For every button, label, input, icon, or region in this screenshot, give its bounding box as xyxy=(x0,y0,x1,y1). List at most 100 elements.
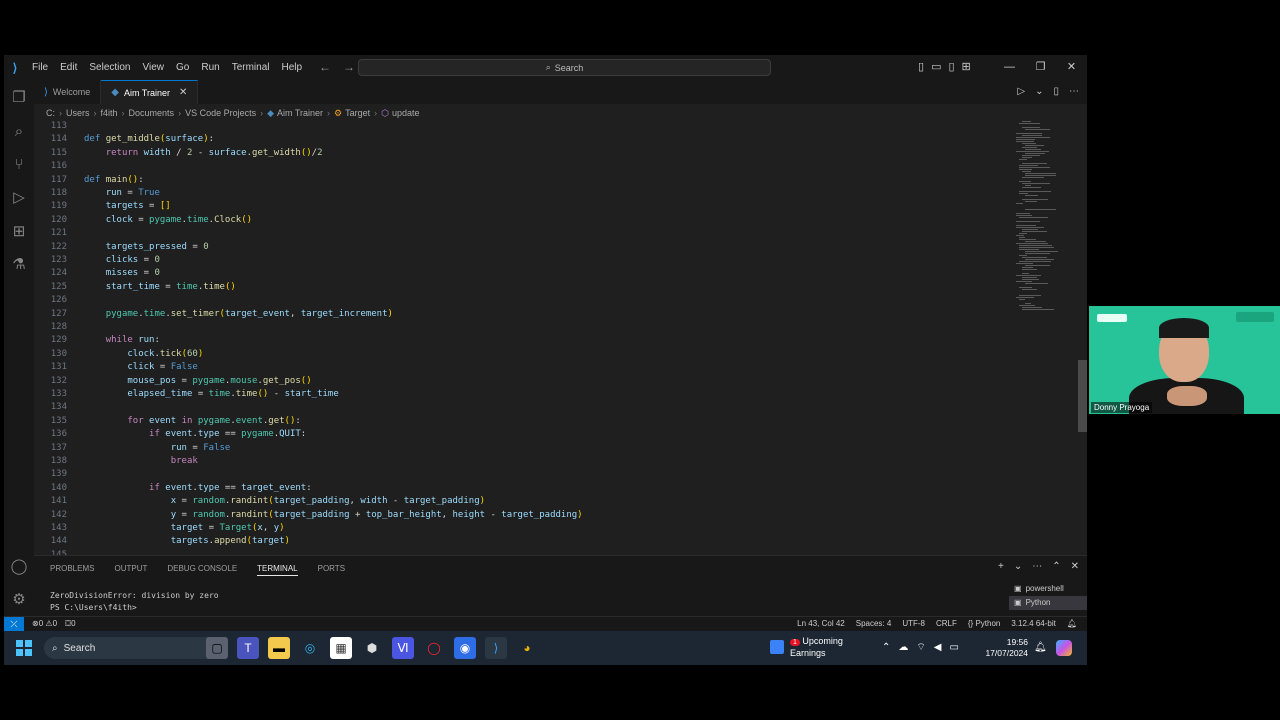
panel-tab-debug-console[interactable]: DEBUG CONSOLE xyxy=(167,564,237,576)
minimap[interactable] xyxy=(1012,121,1080,321)
toggle-panel-icon[interactable]: ▭ xyxy=(931,55,941,80)
breadcrumb-item[interactable]: C: xyxy=(46,108,55,118)
settings-app-icon[interactable]: ⬢ xyxy=(361,637,383,659)
visual-studio-icon[interactable]: Ⅵ xyxy=(392,637,414,659)
code-line[interactable]: 129 while run: xyxy=(34,334,1034,347)
editor-scrollbar[interactable] xyxy=(1078,360,1087,432)
breadcrumb-item[interactable]: Users xyxy=(66,108,90,118)
code-line[interactable]: 126 xyxy=(34,294,1034,307)
code-line[interactable]: 144 targets.append(target) xyxy=(34,535,1034,548)
extensions-icon[interactable]: ⊞ xyxy=(4,220,34,242)
toggle-sidebar-icon[interactable]: ▯ xyxy=(918,55,924,80)
code-line[interactable]: 127 pygame.time.set_timer(target_event, … xyxy=(34,308,1034,321)
chrome-icon[interactable]: ◕ xyxy=(516,637,538,659)
panel-tab-problems[interactable]: PROBLEMS xyxy=(50,564,94,576)
source-control-icon[interactable]: ⑂ xyxy=(4,153,34,175)
code-line[interactable]: 124 misses = 0 xyxy=(34,267,1034,280)
code-line[interactable]: 143 target = Target(x, y) xyxy=(34,522,1034,535)
system-clock[interactable]: 19:56 17/07/2024 xyxy=(984,637,1028,659)
taskbar-search[interactable]: ⌕ Search xyxy=(44,637,220,659)
code-line[interactable]: 130 clock.tick(60) xyxy=(34,348,1034,361)
terminal-instance-powershell[interactable]: ▣ powershell xyxy=(1009,582,1087,596)
explorer-icon[interactable]: ❐ xyxy=(4,86,34,108)
python-interpreter[interactable]: 3.12.4 64-bit xyxy=(1011,617,1055,631)
code-line[interactable]: 138 break xyxy=(34,455,1034,468)
code-line[interactable]: 125 start_time = time.time() xyxy=(34,281,1034,294)
account-icon[interactable]: ◯ xyxy=(4,555,34,577)
tab-aim-trainer[interactable]: ◆ Aim Trainer ✕ xyxy=(101,80,199,104)
notification-bell-icon[interactable]: 🔔︎ xyxy=(1034,631,1047,665)
breadcrumb-item[interactable]: VS Code Projects xyxy=(185,108,256,118)
file-explorer-icon[interactable]: ▬ xyxy=(268,637,290,659)
code-line[interactable]: 122 targets_pressed = 0 xyxy=(34,241,1034,254)
tab-welcome[interactable]: ⟩ Welcome xyxy=(34,80,102,104)
menu-view[interactable]: View xyxy=(137,55,171,80)
code-line[interactable]: 114 def get_middle(surface): xyxy=(34,133,1034,146)
onedrive-cloud-icon[interactable]: ☁ xyxy=(898,631,908,665)
close-panel-icon[interactable]: ✕ xyxy=(1071,561,1079,572)
close-window-icon[interactable]: ✕ xyxy=(1056,55,1087,80)
problems-status[interactable]: ⊗0 ⚠0 xyxy=(32,617,57,631)
menu-run[interactable]: Run xyxy=(195,55,225,80)
restore-icon[interactable]: ❐ xyxy=(1025,55,1056,80)
more-actions-icon[interactable]: ⋯ xyxy=(1069,80,1079,104)
show-hidden-icons-chevron-icon[interactable]: ⌃ xyxy=(882,631,890,665)
teams-icon[interactable]: T xyxy=(237,637,259,659)
battery-icon[interactable]: ▭ xyxy=(950,631,959,665)
microsoft-store-icon[interactable]: ▦ xyxy=(330,637,352,659)
code-line[interactable]: 132 mouse_pos = pygame.mouse.get_pos() xyxy=(34,375,1034,388)
code-line[interactable]: 136 if event.type == pygame.QUIT: xyxy=(34,428,1034,441)
menu-terminal[interactable]: Terminal xyxy=(226,55,276,80)
split-editor-icon[interactable]: ▯ xyxy=(1053,80,1059,104)
opera-icon[interactable]: ◯ xyxy=(423,637,445,659)
code-line[interactable]: 119 targets = [] xyxy=(34,200,1034,213)
code-line[interactable]: 131 click = False xyxy=(34,361,1034,374)
new-terminal-icon[interactable]: + xyxy=(998,561,1004,572)
search-activity-icon[interactable]: ⌕ xyxy=(4,120,34,142)
breadcrumb-item[interactable]: Target xyxy=(345,108,370,118)
run-debug-icon[interactable]: ▷ xyxy=(4,186,34,208)
encoding[interactable]: UTF-8 xyxy=(902,617,925,631)
copilot-icon[interactable] xyxy=(1056,640,1072,656)
terminal-dropdown-icon[interactable]: ⌄ xyxy=(1014,561,1022,572)
news-widget[interactable]: 1 Upcoming Earnings xyxy=(770,636,843,659)
indentation[interactable]: Spaces: 4 xyxy=(856,617,892,631)
code-line[interactable]: 141 x = random.randint(target_padding, w… xyxy=(34,495,1034,508)
code-line[interactable]: 142 y = random.randint(target_padding + … xyxy=(34,509,1034,522)
minimize-icon[interactable]: — xyxy=(994,55,1025,80)
breadcrumb-item[interactable]: f4ith xyxy=(101,108,118,118)
code-line[interactable]: 123 clicks = 0 xyxy=(34,254,1034,267)
line-endings[interactable]: CRLF xyxy=(936,617,957,631)
code-line[interactable]: 139 xyxy=(34,468,1034,481)
zoom-icon[interactable]: ◉ xyxy=(454,637,476,659)
code-line[interactable]: 135 for event in pygame.event.get(): xyxy=(34,415,1034,428)
run-python-file-icon[interactable]: ▷ xyxy=(1017,80,1025,104)
terminal-output[interactable]: ZeroDivisionError: division by zero PS C:… xyxy=(50,590,219,614)
maximize-panel-icon[interactable]: ⌃ xyxy=(1052,561,1060,572)
ports-status[interactable]: ⛋0 xyxy=(65,617,76,631)
menu-file[interactable]: File xyxy=(26,55,54,80)
panel-tab-ports[interactable]: PORTS xyxy=(318,564,345,576)
terminal-instance-python[interactable]: ▣ Python xyxy=(1009,596,1087,610)
code-line[interactable]: 113 xyxy=(34,121,1034,133)
code-line[interactable]: 140 if event.type == target_event: xyxy=(34,482,1034,495)
run-dropdown-chevron-icon[interactable]: ⌄ xyxy=(1035,80,1043,104)
code-line[interactable]: 116 xyxy=(34,160,1034,173)
cursor-position[interactable]: Ln 43, Col 42 xyxy=(797,617,845,631)
settings-gear-icon[interactable]: ⚙ xyxy=(4,588,34,610)
language-mode[interactable]: {} Python xyxy=(968,617,1000,631)
code-line[interactable]: 117 def main(): xyxy=(34,174,1034,187)
code-line[interactable]: 128 xyxy=(34,321,1034,334)
menu-edit[interactable]: Edit xyxy=(54,55,83,80)
breadcrumb-item[interactable]: Documents xyxy=(129,108,175,118)
code-line[interactable]: 137 run = False xyxy=(34,442,1034,455)
toggle-secondary-sidebar-icon[interactable]: ▯ xyxy=(948,55,954,80)
code-line[interactable]: 133 elapsed_time = time.time() - start_t… xyxy=(34,388,1034,401)
more-actions-icon[interactable]: ⋯ xyxy=(1032,561,1042,572)
menu-help[interactable]: Help xyxy=(276,55,309,80)
code-line[interactable]: 115 return width / 2 - surface.get_width… xyxy=(34,147,1034,160)
breadcrumb-item[interactable]: Aim Trainer xyxy=(277,108,323,118)
edge-icon[interactable]: ◎ xyxy=(299,637,321,659)
code-line[interactable]: 134 xyxy=(34,401,1034,414)
windows-start-icon[interactable] xyxy=(16,640,32,656)
